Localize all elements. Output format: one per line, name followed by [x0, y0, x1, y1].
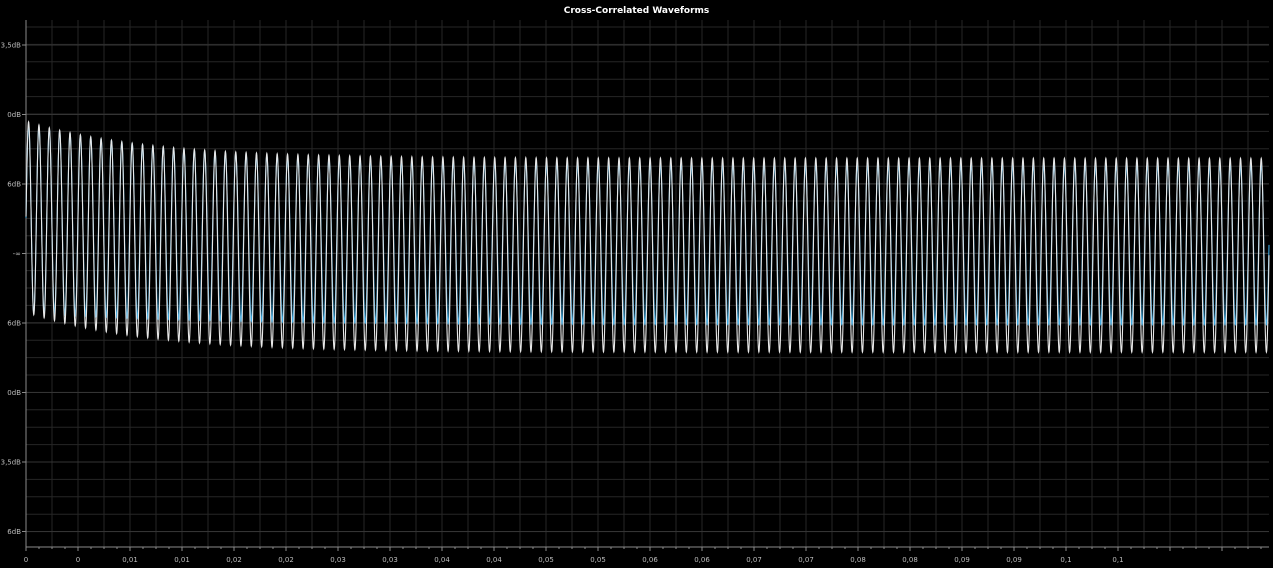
x-tick-label: 0,07 [798, 556, 814, 564]
x-tick-label: 0,09 [954, 556, 970, 564]
x-tick-label: 0,03 [330, 556, 346, 564]
y-tick-label: 3,5dB [1, 459, 22, 467]
x-tick-label: 0,09 [1006, 556, 1022, 564]
x-tick-label: 0,1 [1060, 556, 1071, 564]
series-group [25, 120, 1270, 355]
x-tick-label: 0,07 [746, 556, 762, 564]
y-tick-label: 0dB [7, 111, 21, 119]
x-tick-label: 0,06 [694, 556, 710, 564]
x-tick-label: 0,08 [902, 556, 918, 564]
y-tick-label: 6dB [7, 181, 21, 189]
x-tick-label: 0,08 [850, 556, 866, 564]
x-tick-label: 0,02 [278, 556, 294, 564]
y-tick-label: -∞ [13, 250, 21, 258]
series-line-2 [25, 120, 1270, 355]
x-tick-label: 0,03 [382, 556, 398, 564]
y-tick-label: 0dB [7, 389, 21, 397]
chart-plot[interactable]: 0 0 0,01 0,01 0,02 0,02 0,03 0,03 0,04 0,04 0,05 0,… [0, 0, 1273, 568]
x-tick-label: 0,04 [486, 556, 502, 564]
x-tick-label: 0 [76, 556, 80, 564]
x-tick-label: 0,05 [590, 556, 606, 564]
x-tick-label: 0,02 [226, 556, 242, 564]
x-tick-label: 0,01 [174, 556, 190, 564]
x-tick-label: 0 [24, 556, 28, 564]
x-tick-label: 0,05 [538, 556, 554, 564]
y-tick-label: 6dB [7, 320, 21, 328]
x-tick-label: 0,1 [1112, 556, 1123, 564]
y-tick-label: 6dB [7, 528, 21, 536]
x-tick-label: 0,01 [122, 556, 138, 564]
x-tick-label: 0,04 [434, 556, 450, 564]
x-tick-label: 0,06 [642, 556, 658, 564]
y-tick-label: 3,5dB [1, 42, 22, 50]
